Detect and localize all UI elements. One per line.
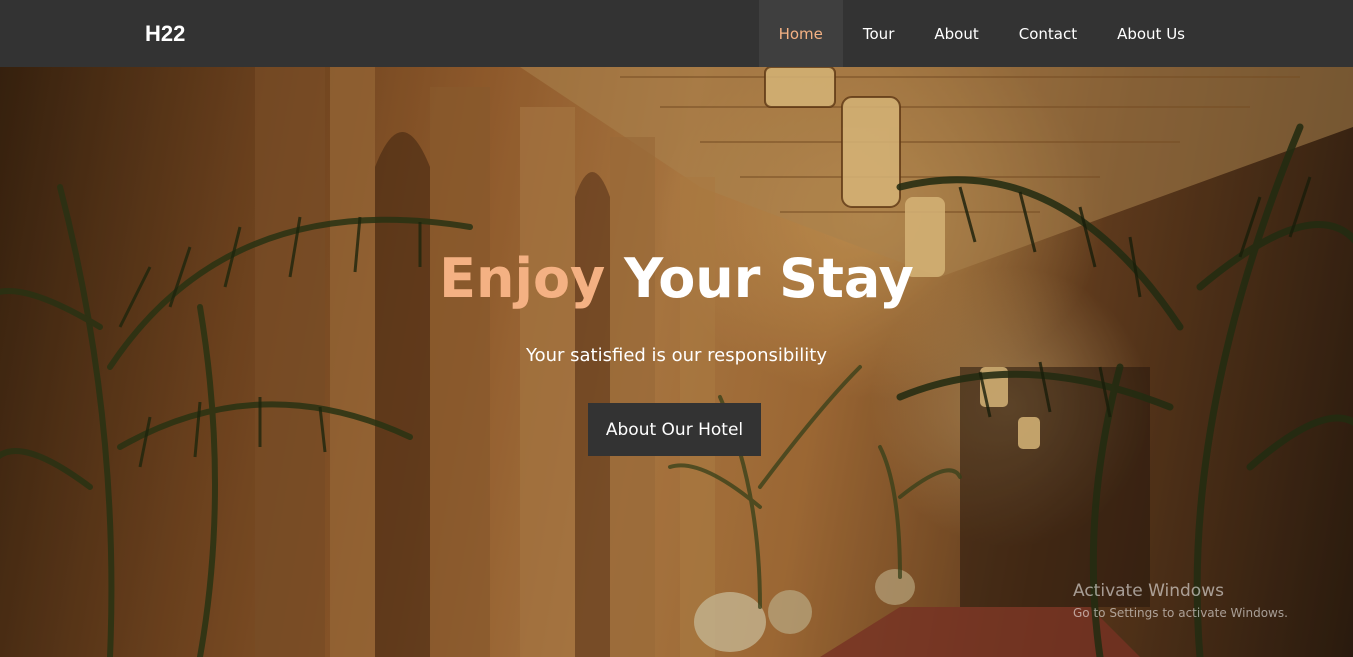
nav-item-tour[interactable]: Tour — [843, 0, 914, 67]
nav-links: Home Tour About Contact About Us — [758, 0, 1205, 67]
nav-item-about[interactable]: About — [914, 0, 998, 67]
hero-section: Enjoy Your Stay Your satisfied is our re… — [0, 67, 1353, 657]
hero-title-accent: Enjoy — [439, 247, 606, 310]
about-our-hotel-button[interactable]: About Our Hotel — [588, 403, 761, 456]
nav-item-about-us[interactable]: About Us — [1097, 0, 1205, 67]
nav-item-home[interactable]: Home — [758, 0, 843, 67]
hero-subtitle: Your satisfied is our responsibility — [525, 345, 828, 366]
hero-title: Enjoy Your Stay — [0, 244, 1353, 314]
hero-title-main: Your Stay — [624, 247, 914, 310]
nav-item-contact[interactable]: Contact — [999, 0, 1097, 67]
brand-logo[interactable]: H22 — [145, 20, 185, 48]
top-navbar: H22 Home Tour About Contact About Us — [0, 0, 1353, 67]
